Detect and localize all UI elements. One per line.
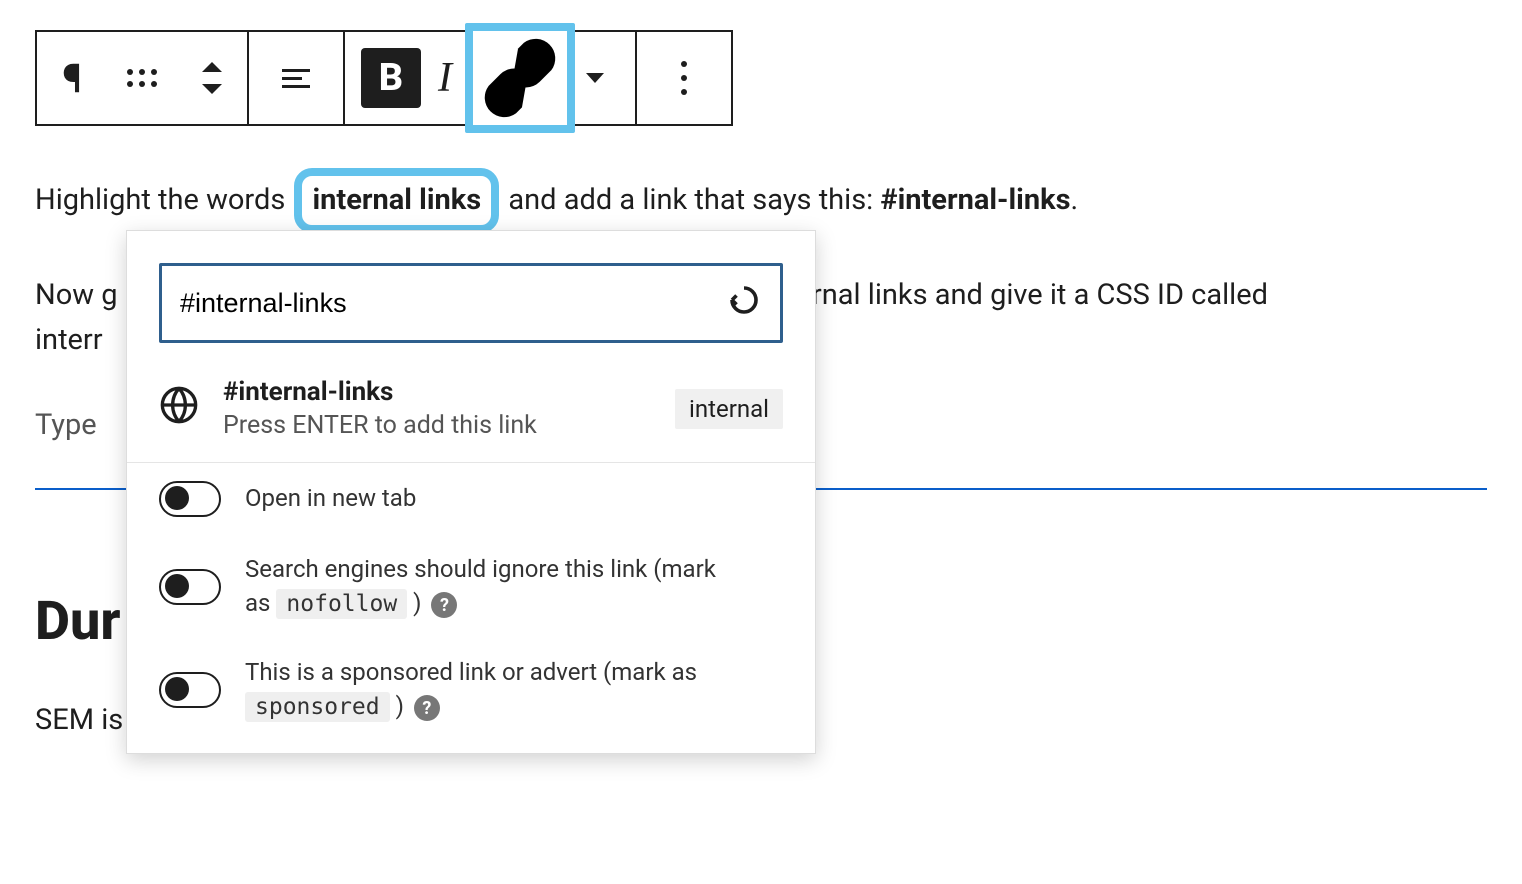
suggestion-hint: Press ENTER to add this link — [223, 411, 537, 440]
italic-button[interactable]: I — [421, 54, 469, 102]
drag-handle-icon[interactable] — [107, 32, 177, 124]
suggestion-badge: internal — [675, 389, 783, 429]
sponsored-toggle[interactable] — [159, 672, 221, 708]
url-input[interactable] — [180, 288, 726, 319]
highlighted-selection: internal links — [294, 168, 499, 233]
bold-button[interactable]: B — [361, 48, 421, 108]
move-up-down-icon[interactable] — [177, 32, 247, 124]
align-button[interactable] — [249, 32, 343, 124]
nofollow-row: Search engines should ignore this link (… — [127, 535, 815, 638]
more-vertical-icon — [681, 61, 687, 95]
url-input-wrapper — [159, 263, 783, 343]
paragraph-1[interactable]: Highlight the words internal links and a… — [35, 168, 1487, 233]
more-rich-text-button[interactable] — [571, 73, 619, 83]
link-suggestion[interactable]: #internal-links Press ENTER to add this … — [127, 365, 815, 463]
help-icon[interactable]: ? — [431, 592, 457, 618]
enter-icon — [726, 282, 762, 318]
block-toolbar: ¶ B I — [35, 30, 733, 126]
link-popover: #internal-links Press ENTER to add this … — [126, 230, 816, 754]
sponsored-row: This is a sponsored link or advert (mark… — [127, 638, 815, 741]
open-new-tab-row: Open in new tab — [127, 463, 815, 535]
help-icon[interactable]: ? — [414, 695, 440, 721]
submit-link-button[interactable] — [726, 282, 762, 325]
suggestion-title: #internal-links — [223, 377, 537, 407]
link-icon — [473, 31, 567, 125]
chevron-down-icon — [586, 73, 604, 83]
globe-icon — [159, 385, 199, 432]
link-button[interactable] — [465, 23, 575, 133]
nofollow-toggle[interactable] — [159, 569, 221, 605]
more-options-button[interactable] — [637, 32, 731, 124]
open-new-tab-toggle[interactable] — [159, 481, 221, 517]
paragraph-block-icon[interactable]: ¶ — [37, 32, 107, 124]
